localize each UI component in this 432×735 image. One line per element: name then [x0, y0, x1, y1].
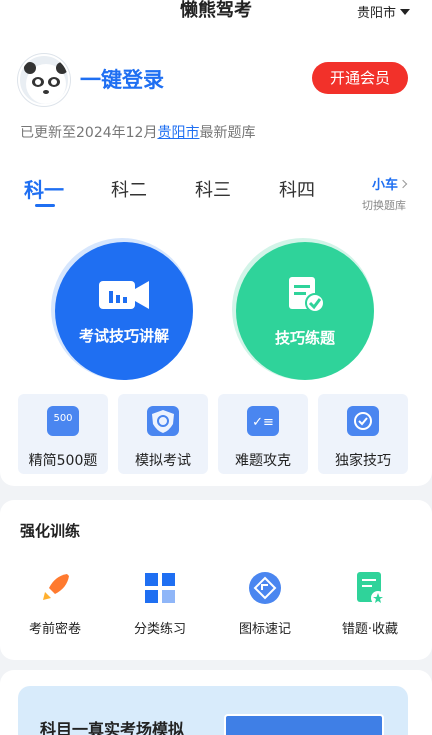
quick-item-500[interactable]: 500 精简500题	[18, 394, 108, 474]
quick-label-mock-exam: 模拟考试	[135, 453, 191, 469]
caret-down-icon	[400, 8, 410, 15]
badge-500-icon: 500	[47, 406, 79, 436]
svg-text:✓≡: ✓≡	[252, 415, 274, 430]
training-item-category[interactable]: 分类练习	[115, 570, 205, 637]
training-item-exam-papers[interactable]: 考前密卷	[10, 570, 100, 637]
tip-practice-button[interactable]: 技巧练题	[236, 242, 374, 380]
quick-item-tips[interactable]: 独家技巧	[318, 394, 408, 474]
update-suffix: 最新题库	[199, 125, 256, 141]
tip-practice-label: 技巧练题	[274, 328, 335, 347]
training-label-category: 分类练习	[133, 622, 186, 637]
calculator-icon: ✓≡	[247, 406, 279, 436]
rocket-icon	[37, 570, 73, 606]
exam-tips-label: 考试技巧讲解	[78, 326, 169, 345]
quick-item-mock-exam[interactable]: 模拟考试	[118, 394, 208, 474]
exam-preview-image	[224, 714, 384, 735]
avatar[interactable]	[18, 54, 70, 106]
subject-tabs: 科一 科二 科三 科四 小车 切换题库	[0, 174, 432, 214]
training-label-signs: 图标速记	[238, 622, 291, 637]
check-circle-icon	[347, 406, 379, 436]
training-title: 强化训练	[20, 522, 81, 540]
notebook-star-icon	[352, 570, 388, 606]
vip-button[interactable]: 开通会员	[312, 62, 408, 94]
update-notice: 已更新至2024年12月贵阳市最新题库	[20, 122, 255, 142]
badge-500-text: 500	[53, 413, 73, 424]
active-tab-indicator	[35, 204, 55, 207]
exam-tips-button[interactable]: 考试技巧讲解	[55, 242, 193, 380]
grid-icon	[142, 570, 178, 606]
quick-item-hard[interactable]: ✓≡ 难题攻克	[218, 394, 308, 474]
switch-library[interactable]: 小车 切换题库	[362, 174, 408, 213]
tab-subject-4[interactable]: 科四	[279, 176, 315, 202]
city-selector[interactable]: 贵阳市	[357, 2, 410, 21]
exam-banner-title: 科目一真实考场模拟	[40, 720, 185, 735]
chevron-right-icon	[398, 179, 408, 189]
update-city-link[interactable]: 贵阳市	[157, 125, 199, 141]
direction-sign-icon	[247, 570, 283, 606]
scroll-check-icon	[289, 276, 325, 313]
tab-subject-2[interactable]: 科二	[111, 176, 147, 202]
training-item-signs[interactable]: 图标速记	[220, 570, 310, 637]
switch-library-hint: 切换题库	[362, 199, 406, 212]
quick-label-hard: 难题攻克	[235, 453, 291, 469]
video-camera-icon	[99, 280, 149, 309]
city-label: 贵阳市	[356, 6, 396, 21]
training-item-mistakes[interactable]: 错题·收藏	[325, 570, 415, 637]
top-bar: 懒熊驾考 贵阳市	[0, 0, 432, 26]
training-card: 强化训练 考前密卷 分类练习 图标速记 错题·收藏	[0, 500, 432, 660]
steering-shield-icon	[147, 406, 179, 436]
quick-label-tips: 独家技巧	[335, 453, 391, 469]
one-click-login[interactable]: 一键登录	[80, 64, 164, 94]
exam-card: 科目一真实考场模拟	[0, 670, 432, 735]
quick-label-500: 精简500题	[28, 453, 98, 469]
training-label-mistakes: 错题·收藏	[341, 622, 399, 637]
tab-subject-1[interactable]: 科一	[24, 174, 64, 203]
exam-simulation-banner[interactable]: 科目一真实考场模拟	[18, 686, 408, 735]
quick-tools: 500 精简500题 模拟考试 ✓≡ 难题攻克 独家技巧	[18, 394, 414, 474]
tab-subject-3[interactable]: 科三	[195, 176, 231, 202]
update-prefix: 已更新至2024年12月	[20, 125, 158, 141]
vehicle-type: 小车	[371, 178, 398, 193]
panda-avatar-icon	[24, 62, 68, 104]
training-label-exam-papers: 考前密卷	[28, 622, 81, 637]
